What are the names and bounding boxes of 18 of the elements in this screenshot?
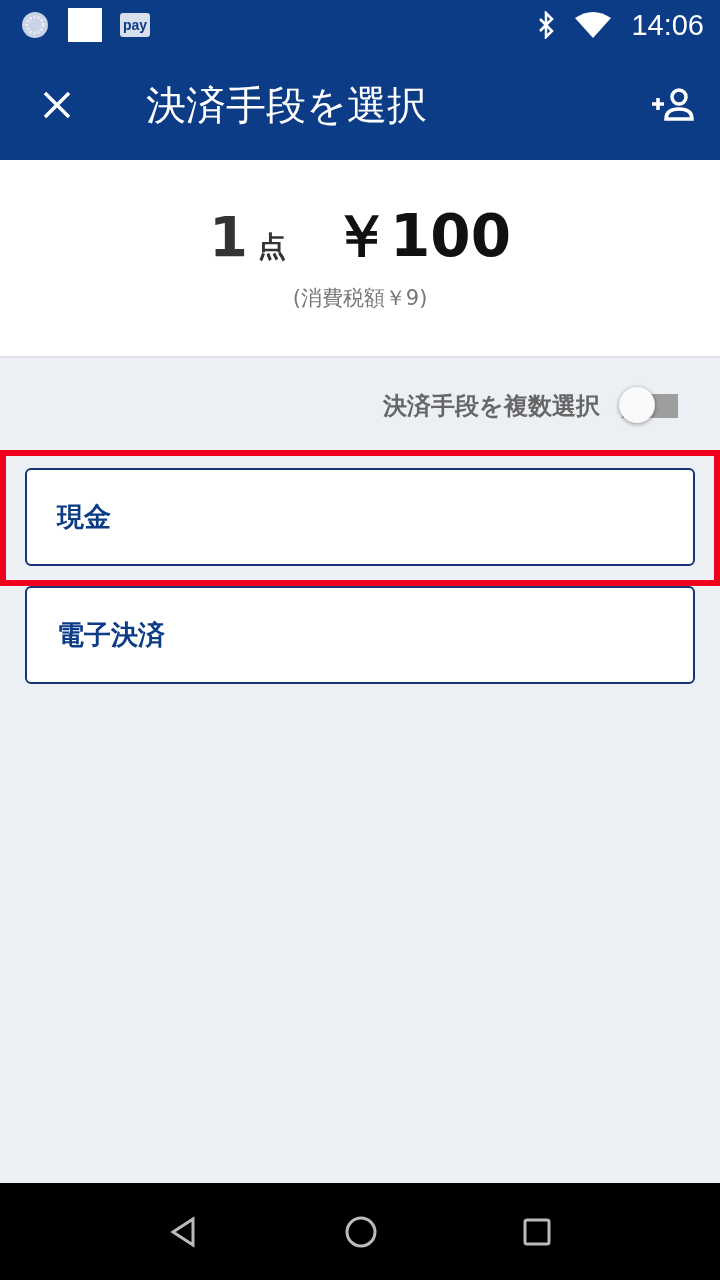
add-person-icon[interactable]	[650, 87, 696, 123]
recents-icon[interactable]	[523, 1217, 551, 1246]
loading-icon	[20, 10, 50, 40]
square-icon	[68, 8, 102, 42]
count-unit: 点	[257, 229, 286, 265]
wifi-icon	[575, 12, 612, 38]
total-amount: ￥100	[331, 201, 511, 272]
tax-amount: (消費税額￥9)	[292, 285, 428, 312]
screen-title: 決済手段を選択	[146, 80, 428, 130]
clock-time: 14:06	[631, 8, 704, 42]
payment-option[interactable]: 現金	[25, 468, 695, 566]
multi-select-label: 決済手段を複数選択	[383, 391, 600, 422]
bluetooth-icon	[537, 11, 556, 39]
home-icon[interactable]	[344, 1214, 378, 1249]
close-icon[interactable]	[42, 90, 72, 120]
payment-option[interactable]: 電子決済	[25, 586, 695, 684]
pay-icon: pay	[120, 13, 151, 37]
item-count: 1	[208, 204, 248, 269]
